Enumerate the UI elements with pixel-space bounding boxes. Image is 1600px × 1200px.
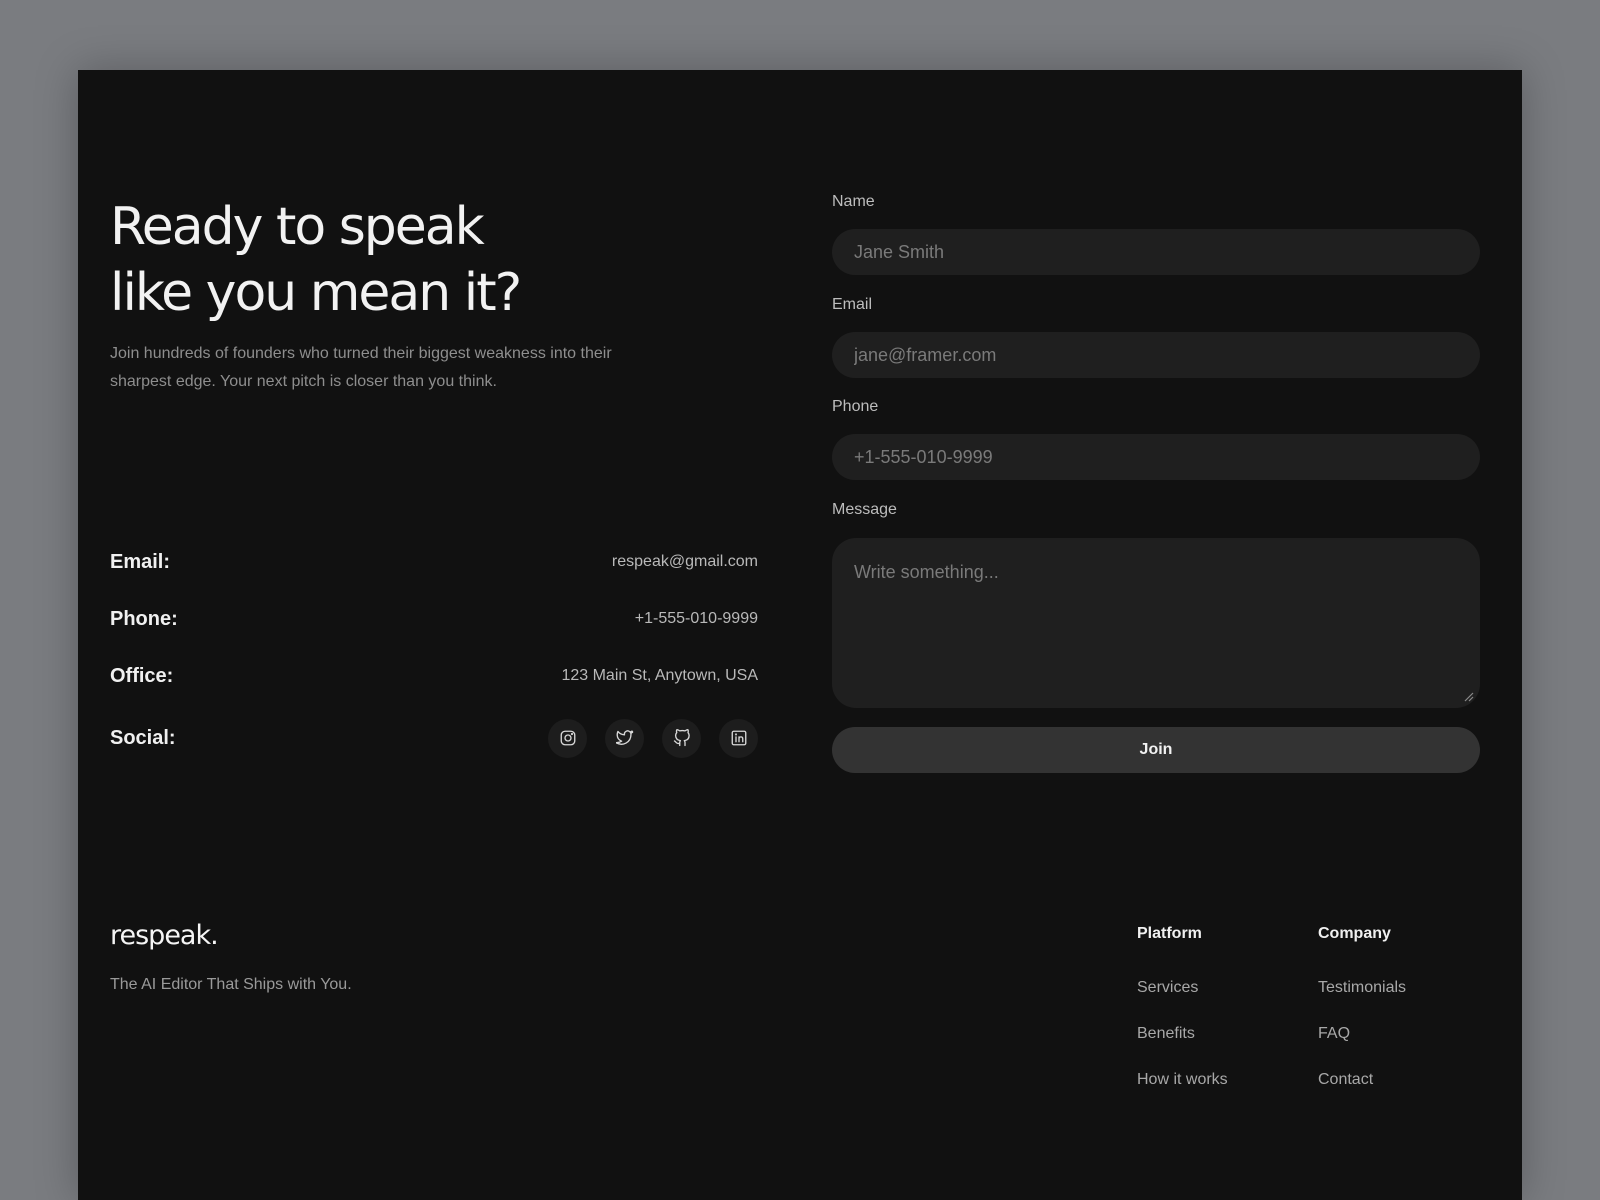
phone-input[interactable] [832, 434, 1480, 480]
contact-social-row: Social: [110, 718, 758, 758]
contact-social-label: Social: [110, 726, 176, 749]
contact-office-label: Office: [110, 664, 174, 687]
footer-link-services[interactable]: Services [1137, 978, 1307, 998]
twitter-icon [615, 730, 633, 745]
footer-column-platform: Platform Services Benefits How it works [1137, 924, 1307, 1116]
hero-headline-line-1: Ready to speak [110, 197, 485, 257]
footer-link-how-it-works[interactable]: How it works [1137, 1070, 1307, 1090]
social-links [548, 718, 758, 758]
contact-email-label: Email: [110, 550, 171, 573]
footer-link-testimonials[interactable]: Testimonials [1318, 978, 1488, 998]
github-icon [673, 729, 690, 747]
hero-headline: Ready to speak like you mean it? [110, 194, 670, 326]
footer-link-contact[interactable]: Contact [1318, 1070, 1488, 1090]
instagram-link[interactable] [548, 718, 587, 758]
message-textarea[interactable] [832, 538, 1480, 708]
contact-phone-row: Phone: +1-555-010-9999 [110, 599, 758, 639]
linkedin-icon [731, 730, 746, 746]
join-button[interactable]: Join [832, 727, 1480, 773]
name-label: Name [832, 193, 875, 210]
footer-tagline: The AI Editor That Ships with You. [110, 976, 352, 993]
name-input[interactable] [832, 229, 1480, 275]
footer-link-benefits[interactable]: Benefits [1137, 1024, 1307, 1044]
message-label: Message [832, 501, 897, 518]
contact-email-value[interactable]: respeak@gmail.com [612, 553, 758, 571]
hero-subtext: Join hundreds of founders who turned the… [110, 345, 612, 390]
contact-email-row: Email: respeak@gmail.com [110, 542, 758, 582]
contact-office-value: 123 Main St, Anytown, USA [561, 667, 758, 684]
contact-office-row: Office: 123 Main St, Anytown, USA [110, 656, 758, 696]
hero-headline-line-2: like you mean it? [110, 263, 522, 323]
resize-grip-icon[interactable] [1464, 692, 1474, 702]
contact-card: Ready to speak like you mean it? Join hu… [78, 70, 1522, 1200]
contact-phone-value[interactable]: +1-555-010-9999 [635, 610, 758, 628]
footer-heading-platform: Platform [1137, 925, 1202, 942]
footer-column-company: Company Testimonials FAQ Contact [1318, 924, 1488, 1116]
footer-heading-company: Company [1318, 925, 1391, 942]
footer-link-faq[interactable]: FAQ [1318, 1024, 1488, 1044]
footer-logo[interactable]: respeak. [110, 920, 219, 951]
phone-label: Phone [832, 398, 879, 415]
email-label: Email [832, 296, 873, 313]
instagram-icon [560, 730, 575, 746]
github-link[interactable] [662, 718, 701, 758]
email-input[interactable] [832, 332, 1480, 378]
linkedin-link[interactable] [719, 718, 758, 758]
twitter-link[interactable] [605, 718, 644, 758]
contact-phone-label: Phone: [110, 607, 178, 630]
